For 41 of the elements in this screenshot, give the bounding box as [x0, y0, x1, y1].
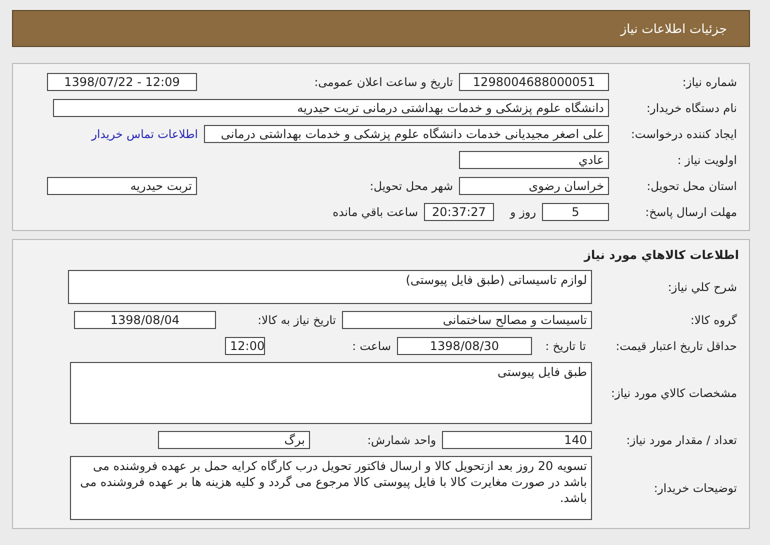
input-field: تسویه 20 روز بعد ازتحویل کالا و ارسال فاکتور تحویل درب کارگاه کرایه حمل بر عهده فروشنده می باشد در صورت مغایرت کالا با فایل پیوستی کالا مرجوع می گردد و کلیه هزینه ها بر عهده فروشنده می باشد.	[70, 456, 592, 520]
input-field: علی اصغر مجیدیانی خدمات دانشگاه علوم پزشکی و خدمات بهداشتی درمانی	[204, 125, 609, 143]
field-label: روز و	[508, 205, 537, 219]
field-label: شماره نیاز:	[681, 75, 738, 89]
field-label: اولویت نیاز :	[676, 153, 738, 167]
field-label: توضیحات خریدار:	[652, 481, 738, 495]
field-label: تاریخ نیاز به کالا:	[256, 313, 337, 327]
field-label: مهلت ارسال پاسخ:	[644, 205, 738, 219]
input-field: عادي	[459, 151, 609, 169]
input-field: 20:37:27	[424, 203, 494, 221]
field-label: تعداد / مقدار مورد نیاز:	[625, 433, 738, 447]
field-label: شهر محل تحویل:	[368, 179, 454, 193]
page-title: جزئیات اطلاعات نیاز	[620, 21, 727, 36]
input-field: برگ	[158, 431, 310, 449]
input-field: دانشگاه علوم پزشکی و خدمات بهداشتی درمانی تربت حیدریه	[53, 99, 609, 117]
input-field: تربت حیدریه	[47, 177, 197, 195]
field-label: ساعت :	[351, 339, 392, 353]
input-field: 140	[442, 431, 592, 449]
input-field: 1398/08/04	[74, 311, 216, 329]
input-field: تاسیسات و مصالح ساختمانی	[342, 311, 592, 329]
field-label: ایجاد کننده درخواست:	[630, 127, 738, 141]
field-label: استان محل تحویل:	[646, 179, 738, 193]
field-label: ساعت باقي مانده	[332, 205, 419, 219]
field-label: تا تاریخ :	[544, 339, 587, 353]
input-field: 5	[542, 203, 609, 221]
input-field: 1298004688000051	[459, 73, 609, 91]
contact-link[interactable]: اطلاعات تماس خریدار	[91, 127, 204, 141]
input-field: 12:00	[225, 337, 265, 355]
field-label: نام دستگاه خریدار:	[645, 101, 738, 115]
field-label: تاریخ و ساعت اعلان عمومی:	[313, 75, 454, 89]
field-label: حداقل تاریخ اعتبار قیمت:	[614, 339, 738, 353]
section-title: اطلاعات كالاهاي مورد نياز	[582, 248, 740, 262]
input-field: طبق فایل پیوستی	[70, 362, 592, 424]
input-field: خراسان رضوی	[459, 177, 609, 195]
field-label: گروه کالا:	[690, 313, 738, 327]
field-label: مشخصات كالاي مورد نياز:	[610, 386, 738, 400]
field-label: شرح كلي نياز:	[666, 280, 738, 294]
field-label: واحد شمارش:	[366, 433, 437, 447]
input-field: لوازم تاسیساتی (طبق فایل پیوستی)	[68, 270, 592, 304]
input-field: 1398/08/30	[397, 337, 532, 355]
input-field: 1398/07/22 - 12:09	[47, 73, 197, 91]
